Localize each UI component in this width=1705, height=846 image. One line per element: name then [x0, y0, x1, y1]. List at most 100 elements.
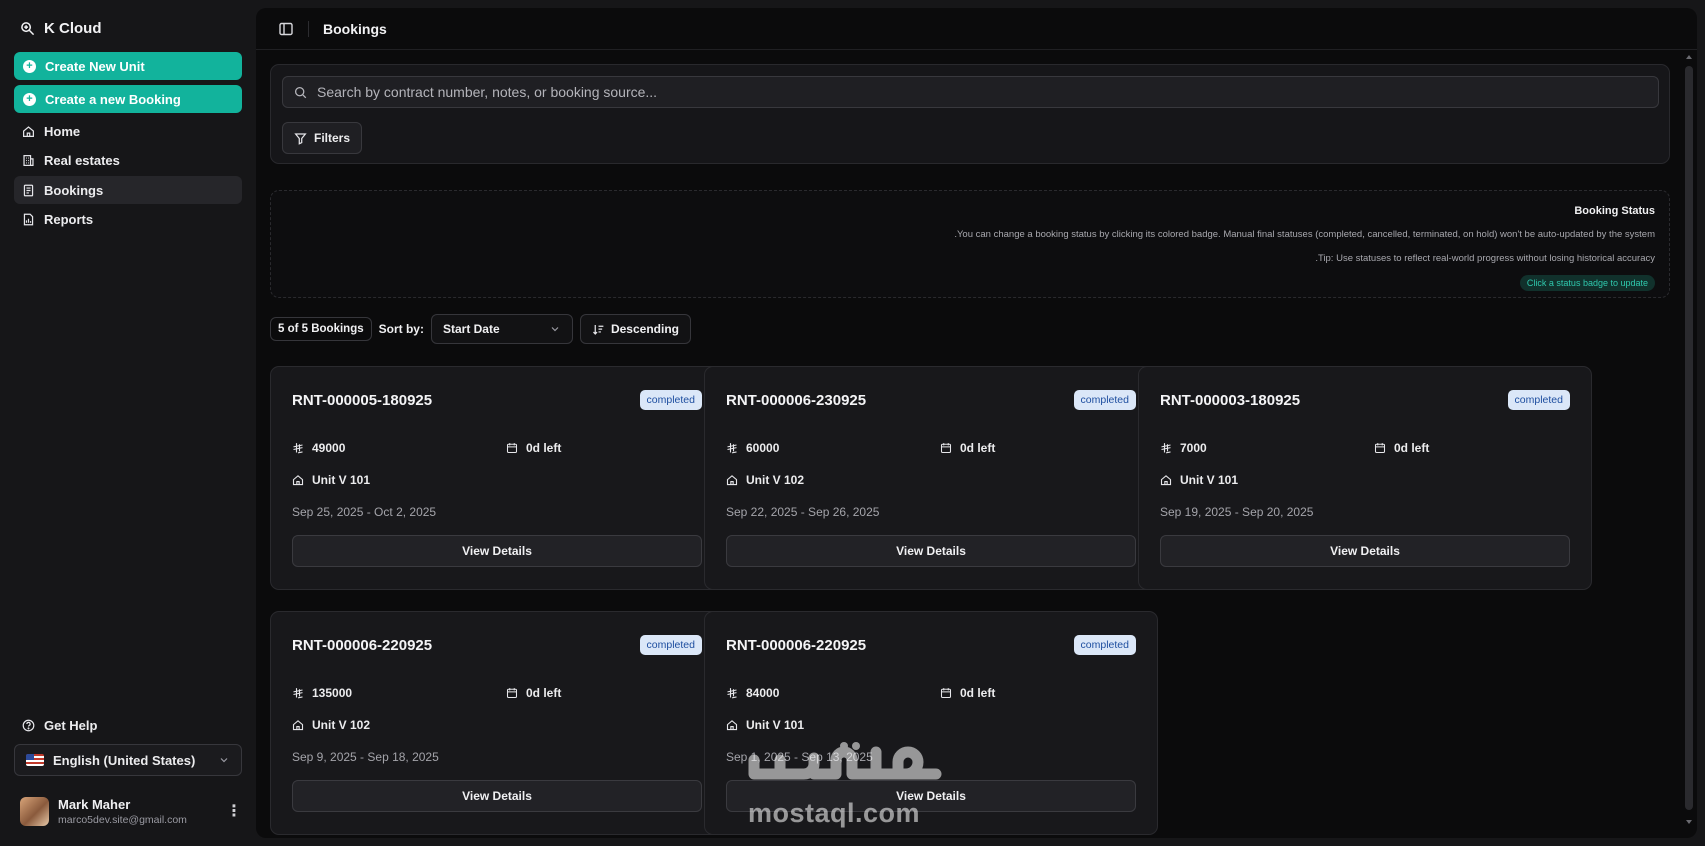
search-input[interactable]	[317, 84, 1658, 100]
sidebar-item-home[interactable]: Home	[14, 117, 242, 145]
sidebar-item-label: Real estates	[44, 152, 120, 168]
unit-row: Unit V 102	[292, 718, 370, 732]
currency-icon	[726, 442, 738, 454]
price-value: 84000	[746, 686, 780, 700]
sort-order-button[interactable]: Descending	[579, 314, 691, 344]
status-badge[interactable]: completed	[1073, 390, 1136, 410]
sort-by-label: Sort by:	[378, 322, 424, 336]
user-profile[interactable]: Mark Maher marco5dev.site@gmail.com ⋮	[20, 795, 242, 827]
scroll-down-arrow[interactable]	[1686, 820, 1692, 824]
sidebar-item-reports[interactable]: Reports	[14, 205, 242, 233]
booking-card: RNT-000005-180925 completed 49000 0d lef…	[270, 366, 724, 590]
scroll-up-arrow[interactable]	[1686, 55, 1692, 59]
chevron-down-icon	[549, 323, 561, 335]
sidebar-item-bookings[interactable]: Bookings	[14, 176, 242, 204]
date-range: Sep 25, 2025 - Oct 2, 2025	[292, 505, 437, 519]
language-select[interactable]: English (United States)	[14, 744, 242, 776]
calendar-icon	[940, 687, 952, 699]
view-details-button[interactable]: View Details	[726, 780, 1136, 812]
booking-status-info: Booking Status .You can change a booking…	[270, 190, 1670, 298]
search-box[interactable]	[282, 76, 1659, 108]
create-booking-button[interactable]: + Create a new Booking	[14, 85, 242, 113]
view-details-button[interactable]: View Details	[726, 535, 1136, 567]
info-tip: .Tip: Use statuses to reflect real-world…	[1315, 253, 1655, 264]
price-value: 49000	[312, 441, 346, 455]
sidebar: K Cloud + Create New Unit + Create a new…	[0, 0, 256, 846]
list-toolbar: 5 of 5 Bookings Sort by: Start Date Desc…	[270, 314, 691, 344]
status-badge[interactable]: completed	[639, 635, 702, 655]
create-unit-button[interactable]: + Create New Unit	[14, 52, 242, 80]
remaining-value: 0d left	[960, 686, 996, 700]
view-details-button[interactable]: View Details	[292, 535, 702, 567]
scrollbar[interactable]	[1685, 66, 1693, 810]
sidebar-item-label: Home	[44, 123, 81, 139]
filter-icon	[294, 132, 307, 145]
date-range: Sep 22, 2025 - Sep 26, 2025	[726, 505, 880, 519]
unit-row: Unit V 101	[292, 473, 370, 487]
search-panel: Filters	[270, 64, 1670, 164]
remaining-value: 0d left	[526, 441, 562, 455]
header-divider	[308, 20, 309, 37]
booking-card: RNT-000006-220925 completed 135000 0d le…	[270, 611, 724, 835]
status-badge[interactable]: completed	[1073, 635, 1136, 655]
sidebar-item-label: Bookings	[44, 182, 104, 198]
calendar-icon	[506, 687, 518, 699]
unit-value: Unit V 101	[312, 473, 371, 487]
help-circle-icon	[22, 719, 35, 732]
currency-icon	[292, 687, 304, 699]
sort-select[interactable]: Start Date	[430, 314, 573, 344]
create-booking-label: Create a new Booking	[45, 91, 181, 107]
reports-icon	[22, 213, 35, 226]
brand-name: K Cloud	[44, 19, 102, 37]
remaining-row: 0d left	[506, 441, 561, 455]
view-details-button[interactable]: View Details	[1160, 535, 1570, 567]
filters-label: Filters	[314, 131, 351, 145]
create-unit-label: Create New Unit	[45, 58, 145, 74]
price-row: 49000	[292, 441, 345, 455]
unit-value: Unit V 101	[746, 718, 805, 732]
home-icon	[22, 125, 35, 138]
results-count: 5 of 5 Bookings	[270, 317, 372, 341]
booking-card: RNT-000003-180925 completed 7000 0d left…	[1138, 366, 1592, 590]
date-range: Sep 1, 2025 - Sep 13, 2025	[726, 750, 873, 764]
main-content: Bookings Filters Booking Status .You can…	[256, 8, 1697, 838]
plus-circle-icon: +	[23, 59, 36, 73]
sidebar-item-real-estates[interactable]: Real estates	[14, 146, 242, 174]
view-details-button[interactable]: View Details	[292, 780, 702, 812]
remaining-row: 0d left	[506, 686, 561, 700]
get-help-link[interactable]: Get Help	[22, 716, 97, 734]
contract-number: RNT-000005-180925	[292, 392, 433, 409]
info-badge: Click a status badge to update	[1519, 275, 1655, 291]
price-value: 7000	[1180, 441, 1207, 455]
avatar	[20, 796, 49, 826]
page-title: Bookings	[323, 20, 387, 37]
home-icon	[1160, 474, 1172, 486]
building-icon	[22, 154, 35, 167]
user-email: marco5dev.site@gmail.com	[58, 813, 187, 826]
contract-number: RNT-000006-220925	[726, 637, 867, 654]
info-description: .You can change a booking status by clic…	[954, 229, 1655, 240]
calendar-icon	[940, 442, 952, 454]
bookings-icon	[22, 184, 35, 197]
us-flag-icon	[26, 754, 44, 766]
brand[interactable]: K Cloud	[20, 18, 102, 38]
status-badge[interactable]: completed	[1507, 390, 1570, 410]
user-info: Mark Maher marco5dev.site@gmail.com	[58, 797, 187, 826]
more-vertical-icon[interactable]: ⋮	[226, 801, 242, 821]
search-icon	[294, 86, 307, 99]
contract-number: RNT-000006-230925	[726, 392, 867, 409]
chevron-down-icon	[218, 754, 230, 766]
status-badge[interactable]: completed	[639, 390, 702, 410]
user-name: Mark Maher	[58, 796, 131, 812]
price-row: 135000	[292, 686, 352, 700]
price-row: 84000	[726, 686, 779, 700]
unit-value: Unit V 102	[746, 473, 805, 487]
booking-card: RNT-000006-220925 completed 84000 0d lef…	[704, 611, 1158, 835]
sidebar-toggle-icon[interactable]	[278, 21, 294, 37]
filters-button[interactable]: Filters	[282, 122, 363, 154]
currency-icon	[292, 442, 304, 454]
date-range: Sep 9, 2025 - Sep 18, 2025	[292, 750, 439, 764]
booking-card: RNT-000006-230925 completed 60000 0d lef…	[704, 366, 1158, 590]
sort-descending-icon	[592, 323, 605, 336]
contract-number: RNT-000003-180925	[1160, 392, 1301, 409]
